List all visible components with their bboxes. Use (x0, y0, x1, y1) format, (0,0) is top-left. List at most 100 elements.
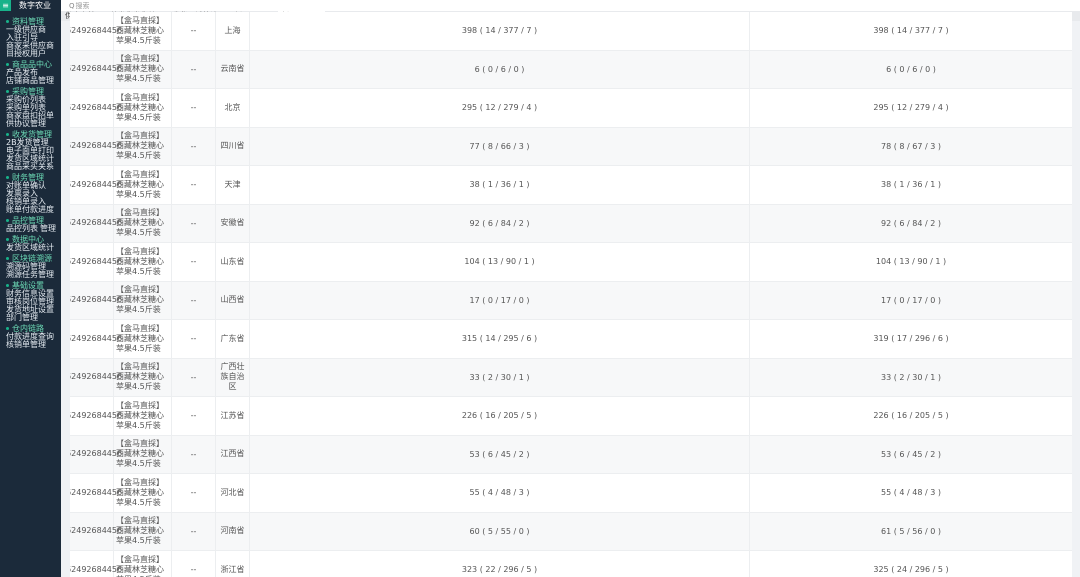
total-count-cell: 53 ( 6 / 45 / 2 ) (881, 449, 941, 459)
sidebar-group: 商品品中心 产品发布 店铺商品管理 (0, 60, 61, 85)
sidebar-item[interactable]: 发货区域统计 (6, 244, 54, 252)
shipment-count-cell: 398 ( 14 / 377 / 7 ) (250, 12, 750, 50)
sidebar-item[interactable]: 部门管理 (6, 314, 38, 322)
total-count-cell: 319 ( 17 / 296 / 6 ) (873, 334, 949, 344)
app-logo: ≡ 数字农业 (0, 0, 61, 11)
menu-icon[interactable]: ≡ (0, 0, 11, 11)
shipment-count-cell: 295 ( 12 / 279 / 4 ) (250, 89, 750, 127)
sidebar-item[interactable]: 商品采买关系 (6, 163, 54, 171)
table-row: 662492684456【盒马直採】西藏林芝糖心苹果4.5斤装--上海398 (… (70, 12, 1072, 51)
shipment-count-cell: 92 ( 6 / 84 / 2 ) (250, 204, 750, 242)
product-name-cell: 【盒马直採】西藏林芝糖心苹果4.5斤装 (114, 512, 172, 550)
sidebar-item[interactable]: 商家盘扣招单供协议管理 (6, 112, 57, 128)
table-row: 662492684456【盒马直採】西藏林芝糖心苹果4.5斤装--江苏省226 … (70, 397, 1072, 436)
sidebar-group: 资料管理 一级供应商 入驻引导 商家采供应商目授权用户 (0, 17, 61, 58)
total-count-cell: 38 ( 1 / 36 / 1 ) (881, 180, 941, 190)
table-row: 662492684456【盒马直採】西藏林芝糖心苹果4.5斤装--江西省 53 (… (70, 435, 1072, 474)
sidebar-group: 基础设置 财务信息设置 审核岗位管理 发货地址设置 部门管理 (0, 281, 61, 322)
placeholder-cell: -- (172, 320, 216, 358)
product-name-cell: 【盒马直採】西藏林芝糖心苹果4.5斤装 (114, 397, 172, 435)
shipment-count-cell: 104 ( 13 / 90 / 1 ) (250, 243, 750, 281)
sidebar-group: 数据中心 发货区域统计 (0, 235, 61, 252)
item-id-cell: 662492684456 (70, 12, 122, 50)
product-name-cell: 【盒马直採】西藏林芝糖心苹果4.5斤装 (114, 358, 172, 396)
item-id-cell: 662492684456 (70, 166, 122, 204)
sidebar-item[interactable]: 品控列表 (6, 225, 38, 233)
product-name-cell: 【盒马直採】西藏林芝糖心苹果4.5斤装 (114, 50, 172, 88)
table-row: 662492684456【盒马直採】西藏林芝糖心苹果4.5斤装--四川省77 (… (70, 127, 1072, 166)
product-name-cell: 【盒马直採】西藏林芝糖心苹果4.5斤装 (114, 320, 172, 358)
placeholder-cell: -- (172, 281, 216, 319)
table-row: 662492684456【盒马直採】西藏林芝糖心苹果4.5斤装--天津38 ( … (70, 166, 1072, 205)
item-id-cell: 662492684456 (70, 281, 122, 319)
total-count-cell: 17 ( 0 / 17 / 0 ) (881, 295, 941, 305)
item-id-cell: 662492684456 (70, 204, 122, 242)
item-id-cell: 662492684456 (70, 551, 122, 577)
province-cell: 上海 (216, 12, 250, 50)
table-row: 662492684456【盒马直採】西藏林芝糖心苹果4.5斤装--广西壮族自治区… (70, 358, 1072, 397)
table-row: 662492684456【盒马直採】西藏林芝糖心苹果4.5斤装--河南省60 (… (70, 512, 1072, 551)
bullet-icon (6, 284, 9, 287)
search-placeholder: 搜索 (75, 1, 90, 10)
bullet-icon (6, 219, 9, 222)
table-row: 662492684456【盒马直採】西藏林芝糖心苹果4.5斤装--浙江省323 … (70, 551, 1072, 577)
product-name-cell: 【盒马直採】西藏林芝糖心苹果4.5斤装 (114, 435, 172, 473)
shipment-count-cell: 33 ( 2 / 30 / 1 ) (250, 358, 750, 396)
item-id-cell: 662492684456 (70, 243, 122, 281)
bullet-icon (6, 20, 9, 23)
product-name-cell: 【盒马直採】西藏林芝糖心苹果4.5斤装 (114, 243, 172, 281)
sidebar-group: 品控管理 品控列表 管理 (0, 216, 61, 233)
sidebar-item[interactable]: 账单付款进度 (6, 206, 54, 214)
placeholder-cell: -- (172, 166, 216, 204)
bullet-icon (6, 176, 9, 179)
table-row: 662492684456【盒马直採】西藏林芝糖心苹果4.5斤装--广东省315 … (70, 320, 1072, 359)
total-count-cell: 92 ( 6 / 84 / 2 ) (881, 218, 941, 228)
sidebar-item[interactable]: 商家采供应商目授权用户 (6, 42, 57, 58)
item-id-cell: 662492684456 (70, 50, 122, 88)
province-cell: 江西省 (216, 435, 250, 473)
placeholder-cell: -- (172, 204, 216, 242)
placeholder-cell: -- (172, 127, 216, 165)
sidebar-item[interactable]: 店铺商品管理 (6, 77, 54, 85)
sidebar: 资料管理 一级供应商 入驻引导 商家采供应商目授权用户 商品品中心 产品发布 店铺商品管理采… (0, 11, 61, 577)
shipment-count-cell: 17 ( 0 / 17 / 0 ) (250, 281, 750, 319)
placeholder-cell: -- (172, 435, 216, 473)
item-id-cell: 662492684456 (70, 320, 122, 358)
placeholder-cell: -- (172, 512, 216, 550)
sidebar-item[interactable]: 溯源任务管理 (6, 271, 54, 279)
shipment-count-cell: 6 ( 0 / 6 / 0 ) (250, 50, 750, 88)
total-count-cell: 61 ( 5 / 56 / 0 ) (881, 526, 941, 536)
province-cell: 河北省 (216, 474, 250, 512)
total-count-cell: 325 ( 24 / 296 / 5 ) (873, 565, 949, 575)
shipment-count-cell: 77 ( 8 / 66 / 3 ) (250, 127, 750, 165)
placeholder-cell: -- (172, 358, 216, 396)
top-bar: ≡ 数字农业 Q 搜索 (0, 0, 1080, 11)
product-name-cell: 【盒马直採】西藏林芝糖心苹果4.5斤装 (114, 127, 172, 165)
bullet-icon (6, 327, 9, 330)
total-count-cell: 104 ( 13 / 90 / 1 ) (875, 257, 947, 267)
total-count-cell: 78 ( 8 / 67 / 3 ) (881, 141, 941, 151)
sidebar-group: 收发货管理 2B发货管理 电子面单打印 发货区域统计 商品采买关系 (0, 130, 61, 171)
placeholder-cell: -- (172, 474, 216, 512)
shipment-count-cell: 226 ( 16 / 205 / 5 ) (250, 397, 750, 435)
total-count-cell: 295 ( 12 / 279 / 4 ) (873, 103, 949, 113)
product-name-cell: 【盒马直採】西藏林芝糖心苹果4.5斤装 (114, 474, 172, 512)
search-box[interactable]: Q 搜索 (66, 1, 132, 10)
product-name-cell: 【盒马直採】西藏林芝糖心苹果4.5斤装 (114, 551, 172, 577)
table-row: 662492684456【盒马直採】西藏林芝糖心苹果4.5斤装--安徽省92 (… (70, 204, 1072, 243)
product-name-cell: 【盒马直採】西藏林芝糖心苹果4.5斤装 (114, 204, 172, 242)
bullet-icon (6, 90, 9, 93)
province-cell: 浙江省 (216, 551, 250, 577)
province-cell: 山东省 (216, 243, 250, 281)
bullet-icon (6, 238, 9, 241)
app-title: 数字农业 (19, 1, 51, 10)
product-name-cell: 【盒马直採】西藏林芝糖心苹果4.5斤装 (114, 89, 172, 127)
sidebar-group: 区块链溯源 溯源码管理 溯源任务管理 (0, 254, 61, 279)
province-cell: 广西壮族自治区 (216, 358, 250, 396)
item-id-cell: 662492684456 (70, 435, 122, 473)
sidebar-item[interactable]: 管理 (40, 225, 56, 233)
table-row: 662492684456【盒马直採】西藏林芝糖心苹果4.5斤装--山东省104 … (70, 243, 1072, 282)
sidebar-item[interactable]: 核销单管理 (6, 341, 46, 349)
product-name-cell: 【盒马直採】西藏林芝糖心苹果4.5斤装 (114, 12, 172, 50)
province-cell: 北京 (216, 89, 250, 127)
